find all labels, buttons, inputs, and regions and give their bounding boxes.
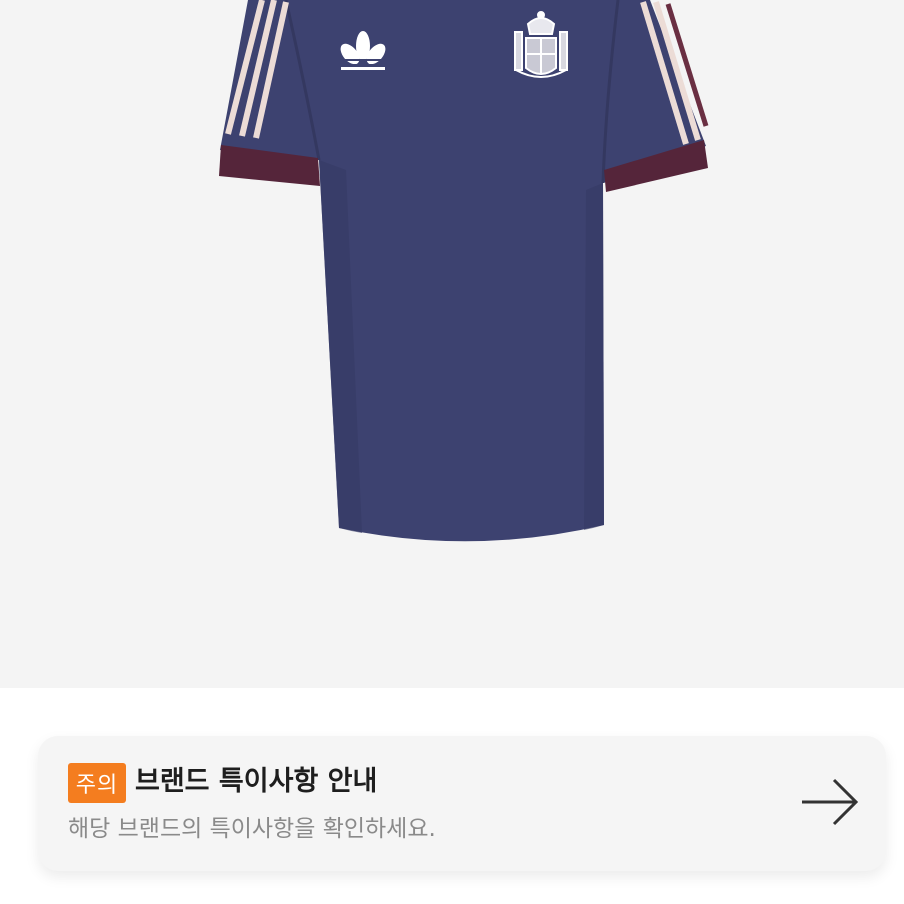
jersey-image <box>219 0 709 542</box>
notice-title: 브랜드 특이사항 안내 <box>135 766 378 797</box>
product-image-area[interactable] <box>0 0 904 688</box>
notice-description: 해당 브랜드의 특이사항을 확인하세요. <box>68 816 436 842</box>
product-detail-page: 주의 브랜드 특이사항 안내 해당 브랜드의 특이사항을 확인하세요. <box>0 0 904 904</box>
arrow-right-icon[interactable] <box>798 774 864 830</box>
brand-notice-card[interactable]: 주의 브랜드 특이사항 안내 해당 브랜드의 특이사항을 확인하세요. <box>38 736 886 871</box>
warning-badge: 주의 <box>68 763 126 803</box>
